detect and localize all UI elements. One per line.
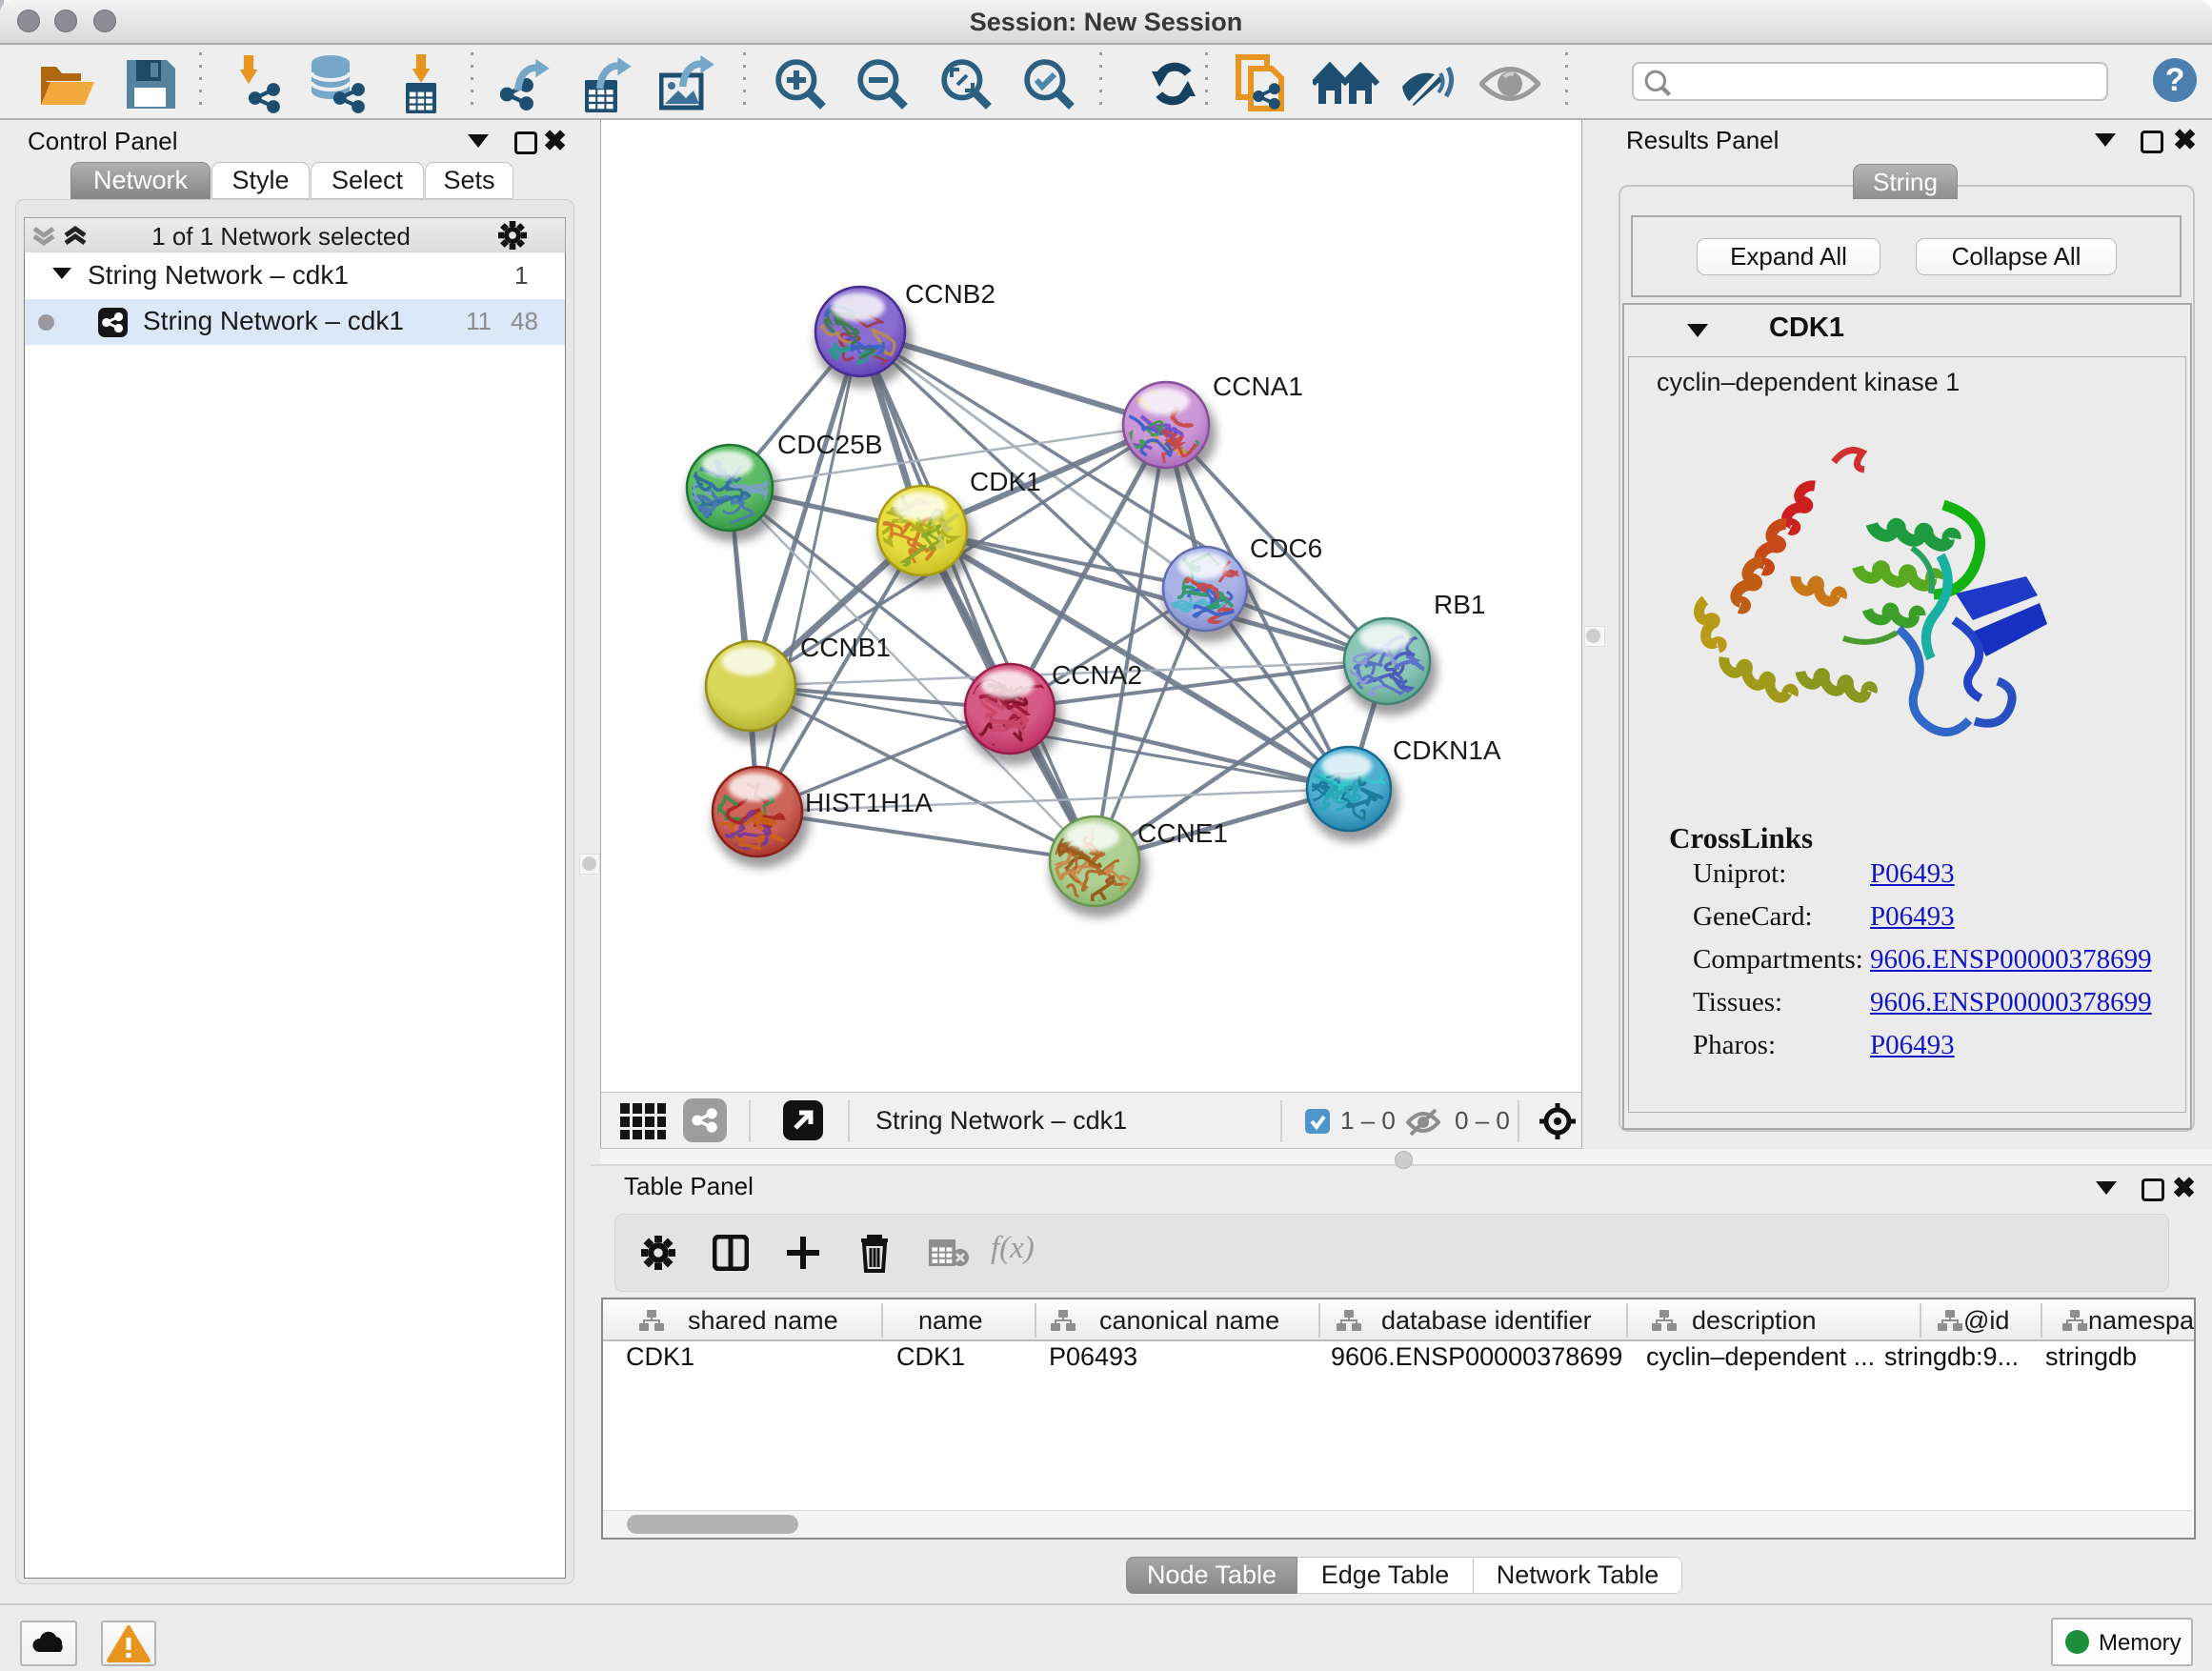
svg-text:CCNA1: CCNA1: [1213, 372, 1303, 401]
svg-text:CCNA2: CCNA2: [1052, 660, 1142, 690]
svg-text:?: ?: [2165, 62, 2185, 98]
svg-text:CCNB1: CCNB1: [800, 633, 891, 662]
svg-text:CCNB2: CCNB2: [905, 279, 995, 309]
svg-text:CDK1: CDK1: [970, 467, 1041, 496]
svg-text:CCNE1: CCNE1: [1137, 818, 1228, 848]
svg-text:CDC6: CDC6: [1250, 534, 1322, 563]
svg-text:RB1: RB1: [1434, 590, 1485, 619]
svg-text:CDKN1A: CDKN1A: [1393, 735, 1501, 765]
svg-text:HIST1H1A: HIST1H1A: [805, 788, 933, 817]
svg-text:CDC25B: CDC25B: [777, 430, 882, 459]
